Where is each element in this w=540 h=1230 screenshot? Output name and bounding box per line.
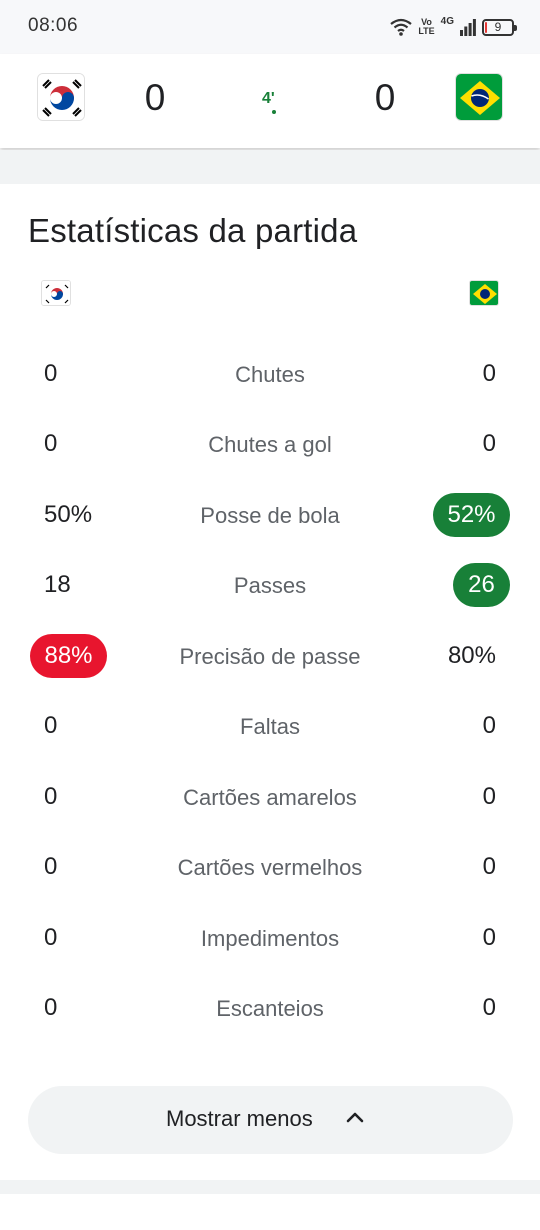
home-value: 0 — [44, 783, 58, 810]
status-bar: 08:06 Vo LTE 4G 9 — [0, 0, 540, 54]
away-value: 0 — [482, 712, 496, 739]
away-score: 0 — [374, 77, 396, 118]
home-value: 18 — [44, 571, 71, 598]
stat-row-faltas: 0 Faltas 0 — [0, 701, 540, 751]
wifi-icon — [390, 18, 412, 36]
status-time: 08:06 — [28, 15, 79, 36]
south-korea-flag-icon — [41, 280, 71, 306]
home-value: 0 — [44, 712, 58, 739]
away-value: 80% — [447, 642, 496, 669]
section-divider — [0, 150, 540, 184]
stat-row-chutes: 0 Chutes 0 — [0, 349, 540, 399]
home-value-highlight: 88% — [30, 634, 107, 678]
match-stats-card: Estatísticas da partida 0 Chutes 0 0 Chu… — [0, 184, 540, 1180]
battery-level — [485, 21, 487, 33]
stat-label: Chutes a gol — [208, 432, 332, 457]
stat-row-escanteios: 0 Escanteios 0 — [0, 983, 540, 1033]
battery-text: 9 — [494, 20, 502, 34]
stat-label: Cartões vermelhos — [177, 855, 363, 880]
stat-row-chutes-a-gol: 0 Chutes a gol 0 — [0, 419, 540, 469]
away-value-highlight: 26 — [453, 563, 510, 607]
stat-label: Posse de bola — [200, 503, 340, 528]
stat-row-cartoes-vermelhos: 0 Cartões vermelhos 0 — [0, 842, 540, 892]
away-value-highlight: 52% — [433, 493, 510, 537]
home-score: 0 — [144, 77, 166, 118]
stats-title: Estatísticas da partida — [28, 212, 358, 249]
stat-label: Escanteios — [216, 996, 324, 1021]
home-value: 0 — [44, 853, 58, 880]
stat-row-cartoes-amarelos: 0 Cartões amarelos 0 — [0, 772, 540, 822]
stat-label: Faltas — [240, 714, 300, 739]
away-value: 0 — [482, 853, 496, 880]
status-icons: Vo LTE 4G 9 — [390, 14, 517, 40]
section-divider — [0, 1180, 540, 1194]
network-type: 4G — [440, 16, 454, 27]
live-indicator — [272, 110, 276, 114]
stat-label: Precisão de passe — [179, 644, 361, 669]
home-value: 0 — [44, 994, 58, 1021]
stat-row-impedimentos: 0 Impedimentos 0 — [0, 913, 540, 963]
away-value: 0 — [482, 994, 496, 1021]
stat-label: Chutes — [235, 362, 305, 387]
home-value: 0 — [44, 924, 58, 951]
stat-label: Impedimentos — [200, 926, 340, 951]
away-value: 0 — [482, 924, 496, 951]
brazil-flag-icon — [455, 73, 503, 121]
volte-icon: Vo LTE — [418, 18, 434, 36]
home-value: 0 — [44, 360, 58, 387]
show-less-button[interactable]: Mostrar menos — [28, 1086, 513, 1154]
signal-icon — [460, 18, 476, 36]
south-korea-flag-icon — [37, 73, 85, 121]
away-value: 0 — [482, 430, 496, 457]
volte-line2: LTE — [418, 26, 435, 36]
away-value: 0 — [482, 360, 496, 387]
chevron-up-icon — [346, 1110, 364, 1128]
battery-icon: 9 — [482, 18, 517, 36]
score-header[interactable]: 0 4' 0 — [0, 54, 540, 148]
stat-row-passes: 18 Passes 26 — [0, 560, 540, 610]
stat-row-posse-de-bola: 50% Posse de bola 52% — [0, 490, 540, 540]
show-less-label: Mostrar menos — [166, 1106, 313, 1131]
away-value: 0 — [482, 783, 496, 810]
match-clock: 4' — [262, 90, 275, 107]
home-value: 50% — [44, 501, 93, 528]
stat-row-precisao-de-passe: 88% Precisão de passe 80% — [0, 631, 540, 681]
stat-label: Passes — [233, 573, 307, 598]
brazil-flag-icon — [469, 280, 499, 306]
stat-label: Cartões amarelos — [183, 785, 357, 810]
home-value: 0 — [44, 430, 58, 457]
